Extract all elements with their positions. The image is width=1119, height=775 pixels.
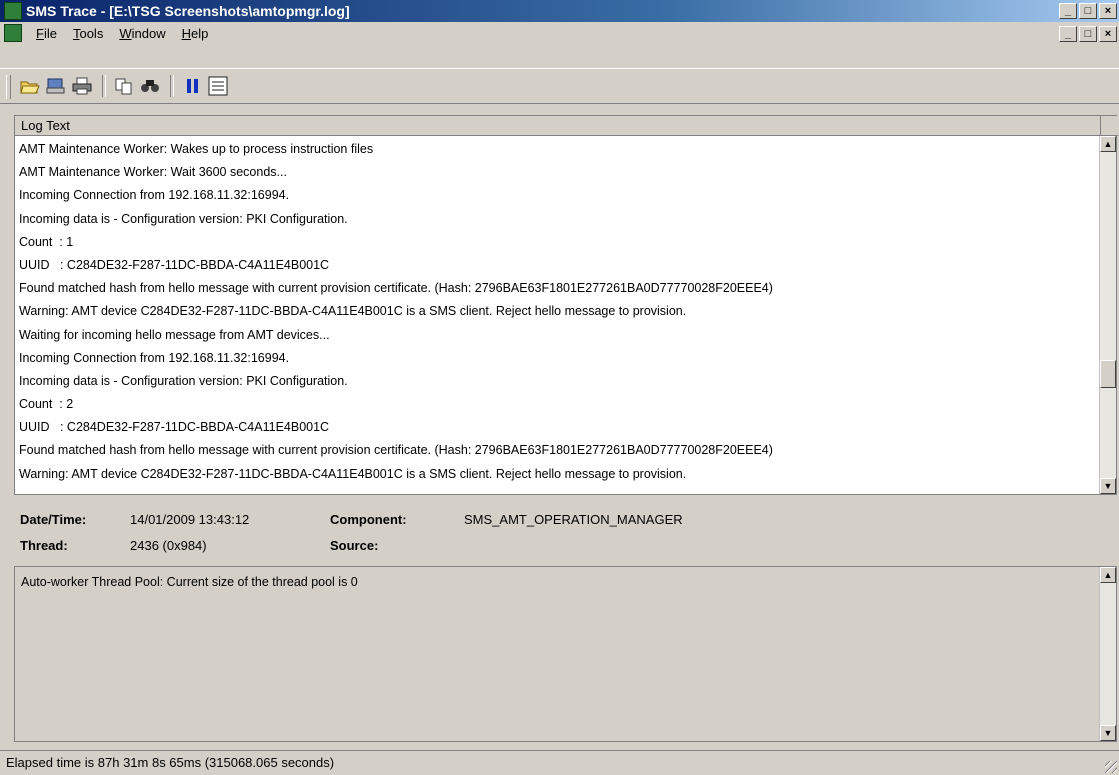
thread-value: 2436 (0x984) xyxy=(130,538,207,553)
menu-file[interactable]: File xyxy=(28,26,65,41)
find-button[interactable] xyxy=(138,75,161,97)
log-row[interactable]: Count : 1 xyxy=(15,231,1095,254)
log-row[interactable]: UUID : C284DE32-F287-11DC-BBDA-C4A11E4B0… xyxy=(15,254,1095,277)
title-bar: SMS Trace - [E:\TSG Screenshots\amtopmgr… xyxy=(0,0,1119,22)
log-row[interactable]: AMT Maintenance Worker: Wakes up to proc… xyxy=(15,138,1095,161)
log-row[interactable]: Warning: AMT device C284DE32-F287-11DC-B… xyxy=(15,463,1095,486)
source-label: Source: xyxy=(330,538,379,553)
component-value: SMS_AMT_OPERATION_MANAGER xyxy=(464,512,683,527)
mdi-controls: _ □ × xyxy=(1057,26,1117,42)
open-icon xyxy=(19,81,40,94)
toolbar xyxy=(0,68,1119,104)
scroll-down-arrow-icon[interactable]: ▼ xyxy=(1100,725,1116,741)
print-icon xyxy=(72,77,91,95)
log-row[interactable]: Found matched hash from hello message wi… xyxy=(15,439,1095,462)
log-rows: AMT Maintenance Worker: Wakes up to proc… xyxy=(15,138,1095,494)
menu-tools[interactable]: Tools xyxy=(65,26,111,41)
message-text: Auto-worker Thread Pool: Current size of… xyxy=(21,575,358,589)
log-row[interactable]: Incoming data is - Configuration version… xyxy=(15,208,1095,231)
log-list[interactable]: Log Text AMT Maintenance Worker: Wakes u… xyxy=(14,115,1118,495)
copy-icon xyxy=(115,78,131,95)
scroll-thumb[interactable] xyxy=(1100,360,1116,388)
app-icon xyxy=(4,2,22,20)
mdi-minimize-button[interactable]: _ xyxy=(1059,26,1077,42)
copy-button[interactable] xyxy=(112,75,135,97)
window-controls: _ □ × xyxy=(1057,3,1117,19)
log-scrollbar[interactable]: ▲ ▼ xyxy=(1099,136,1116,494)
component-label: Component: xyxy=(330,512,407,527)
menu-bar: File Tools Window Help xyxy=(0,22,1119,44)
mdi-restore-button[interactable]: □ xyxy=(1079,26,1097,42)
menu-window[interactable]: Window xyxy=(111,26,173,41)
scroll-down-arrow-icon[interactable]: ▼ xyxy=(1100,478,1116,494)
column-header-log-text[interactable]: Log Text xyxy=(15,116,1101,136)
log-row[interactable]: Incoming Connection from 192.168.11.32:1… xyxy=(15,347,1095,370)
log-row[interactable]: Count : 2 xyxy=(15,393,1095,416)
message-panel[interactable]: Auto-worker Thread Pool: Current size of… xyxy=(14,566,1117,742)
scroll-up-arrow-icon[interactable]: ▲ xyxy=(1100,567,1116,583)
status-text: Elapsed time is 87h 31m 8s 65ms (315068.… xyxy=(6,755,335,770)
toolbar-grip[interactable] xyxy=(6,75,11,99)
close-button[interactable]: × xyxy=(1099,3,1117,19)
mdi-close-button[interactable]: × xyxy=(1099,26,1117,42)
menu-window-label: indow xyxy=(131,25,166,41)
menu-window-accel: W xyxy=(119,25,132,41)
toolbar-separator xyxy=(102,75,106,97)
pause-icon xyxy=(186,79,198,93)
message-scrollbar[interactable]: ▲ ▼ xyxy=(1099,567,1116,741)
print-button[interactable] xyxy=(70,75,93,97)
toolbar-separator xyxy=(170,75,174,97)
log-row[interactable]: Found matched hash from hello message wi… xyxy=(15,277,1095,300)
datetime-label: Date/Time: xyxy=(20,512,87,527)
print-preview-icon xyxy=(46,78,64,94)
log-row[interactable]: UUID : C284DE32-F287-11DC-BBDA-C4A11E4B0… xyxy=(15,416,1095,439)
log-row[interactable]: Incoming data is - Configuration version… xyxy=(15,370,1095,393)
log-row[interactable]: AMT Maintenance Worker: Wait 3600 second… xyxy=(15,161,1095,184)
highlight-icon xyxy=(208,76,227,96)
print-preview-button[interactable] xyxy=(44,75,67,97)
open-button[interactable] xyxy=(18,75,41,97)
highlight-button[interactable] xyxy=(206,75,229,97)
menu-help[interactable]: Help xyxy=(174,26,217,41)
find-icon xyxy=(140,80,159,92)
log-row[interactable]: Waiting for incoming hello message from … xyxy=(15,324,1095,347)
document-icon[interactable] xyxy=(4,24,22,42)
minimize-button[interactable]: _ xyxy=(1059,3,1077,19)
datetime-value: 14/01/2009 13:43:12 xyxy=(130,512,250,527)
thread-label: Thread: xyxy=(20,538,68,553)
status-bar: Elapsed time is 87h 31m 8s 65ms (315068.… xyxy=(0,750,1119,775)
column-header-filler xyxy=(1101,116,1118,136)
menu-tools-label: ools xyxy=(79,25,104,41)
menu-help-accel: H xyxy=(181,25,191,41)
log-row[interactable]: Incoming Connection from 192.168.11.32:1… xyxy=(15,184,1095,207)
scroll-up-arrow-icon[interactable]: ▲ xyxy=(1100,136,1116,152)
menu-file-label: ile xyxy=(43,25,57,41)
log-row[interactable]: Warning: AMT device C284DE32-F287-11DC-B… xyxy=(15,300,1095,323)
entry-details: Date/Time: 14/01/2009 13:43:12 Component… xyxy=(14,502,1117,562)
pause-button[interactable] xyxy=(180,75,203,97)
resize-grip[interactable] xyxy=(1105,761,1117,773)
menu-help-label: elp xyxy=(190,25,209,41)
maximize-button[interactable]: □ xyxy=(1079,3,1097,19)
window-title: SMS Trace - [E:\TSG Screenshots\amtopmgr… xyxy=(26,3,350,19)
menu-file-accel: F xyxy=(36,25,44,41)
